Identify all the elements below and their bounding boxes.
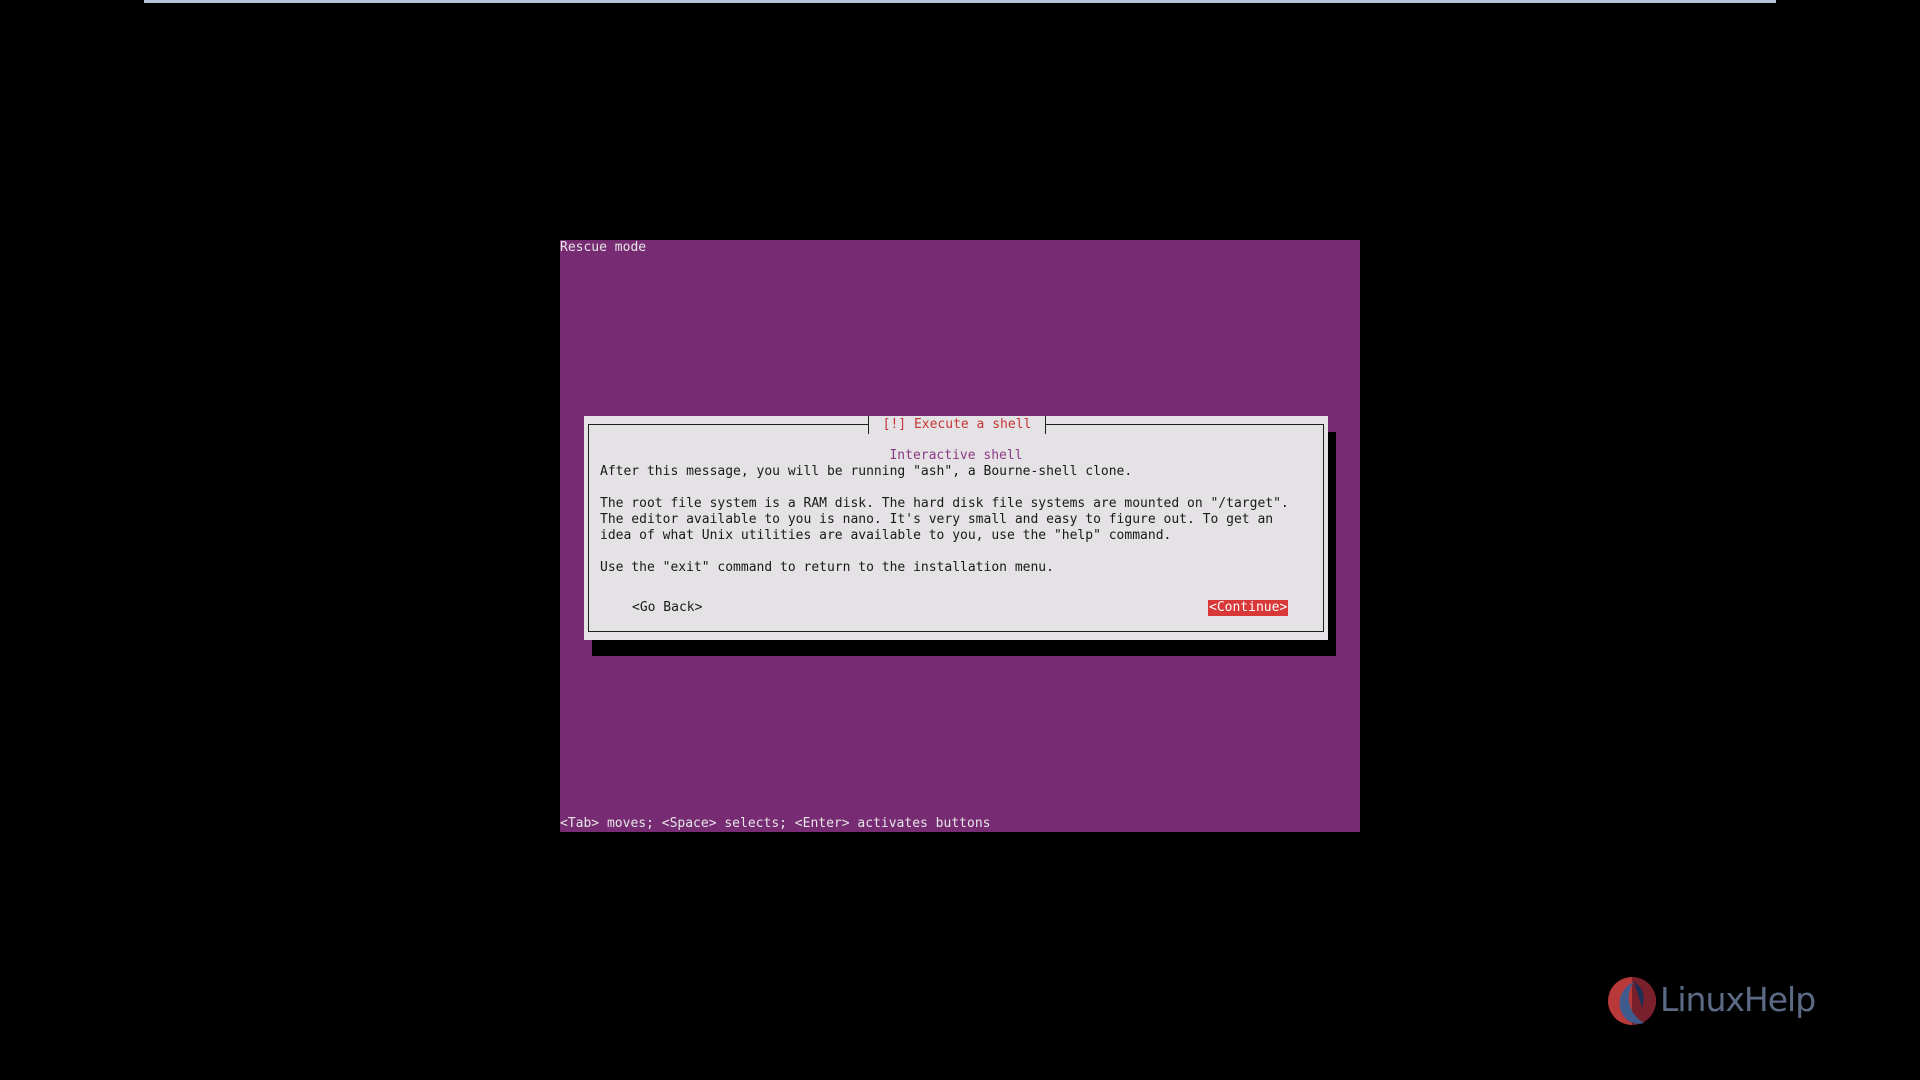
go-back-button[interactable]: <Go Back> <box>632 600 702 616</box>
linuxhelp-logo-icon <box>1608 977 1656 1025</box>
keyboard-help-line: <Tab> moves; <Space> selects; <Enter> ac… <box>560 816 991 831</box>
screen-title: Rescue mode <box>560 240 647 255</box>
linuxhelp-watermark: LinuxHelp <box>1604 970 1844 1030</box>
watermark-text: LinuxHelp <box>1660 980 1816 1019</box>
message-line-ash: After this message, you will be running … <box>600 464 1133 479</box>
execute-shell-dialog: [!] Execute a shell Interactive shell Af… <box>584 416 1328 640</box>
message-line-editor: The editor available to you is nano. It'… <box>600 512 1274 527</box>
dialog-subtitle: Interactive shell <box>889 448 1023 463</box>
message-line-ram-disk: The root file system is a RAM disk. The … <box>600 496 1289 511</box>
top-edge-bar <box>144 0 1776 3</box>
message-line-utilities: idea of what Unix utilities are availabl… <box>600 528 1172 543</box>
dialog-title: [!] Execute a shell <box>868 416 1046 434</box>
installer-screen: Rescue mode [!] Execute a shell Interact… <box>560 240 1360 832</box>
message-line-exit: Use the "exit" command to return to the … <box>600 560 1054 575</box>
continue-button[interactable]: <Continue> <box>1208 600 1289 616</box>
